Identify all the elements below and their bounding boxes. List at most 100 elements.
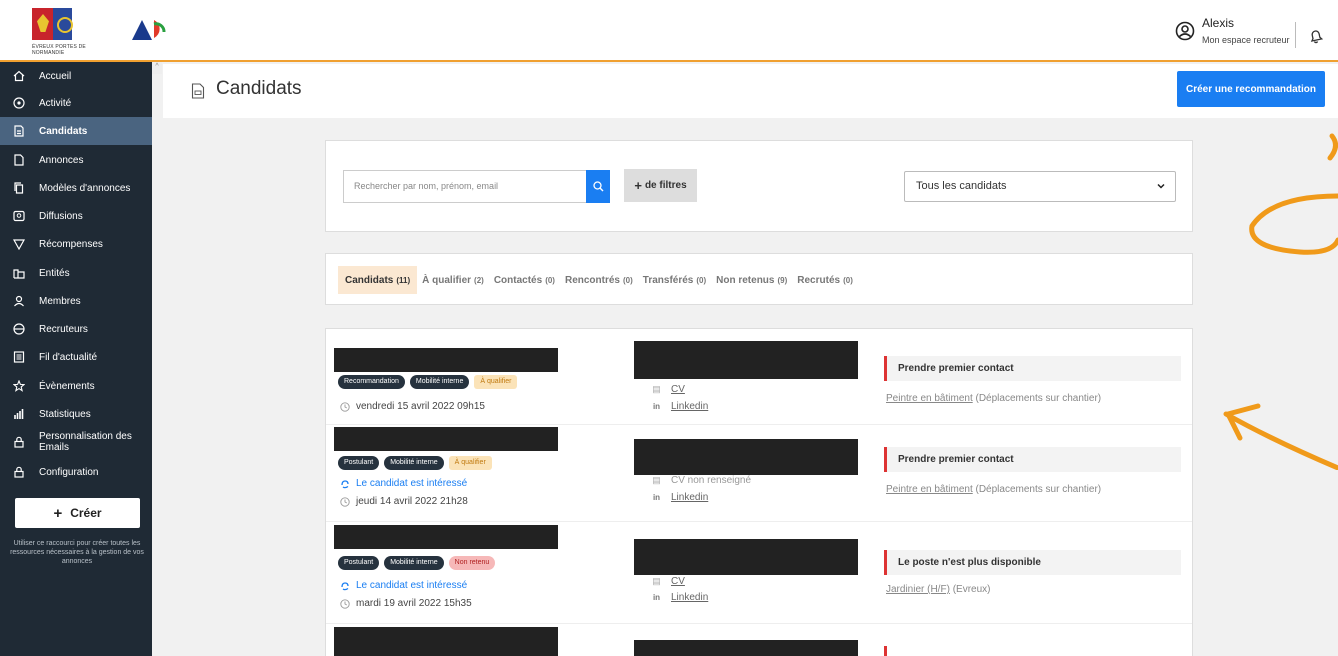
chart-icon <box>14 409 24 419</box>
building-icon <box>13 269 25 279</box>
plus-icon: + <box>634 178 642 193</box>
create-button[interactable]: + Créer <box>15 498 140 528</box>
search-panel: Rechercher par nom, prénom, email + de f… <box>325 140 1193 232</box>
tab-transferes[interactable]: Transférés (0) <box>638 266 711 294</box>
hand-icon <box>341 581 349 590</box>
tag-badge: Mobilité interne <box>409 375 470 389</box>
activity-icon <box>13 97 25 109</box>
tag-badge: Mobilité interne <box>384 556 444 570</box>
linkedin-icon: in <box>652 402 661 411</box>
sidebar-item-membres[interactable]: Membres <box>0 287 152 315</box>
tag-badge: Postulant <box>338 556 380 570</box>
ad-logo-icon <box>132 20 166 40</box>
reward-icon <box>13 239 25 250</box>
top-bar: ÉVREUX PORTES DE NORMANDIE Alexis Mon es… <box>0 0 1338 62</box>
tab-contactes[interactable]: Contactés (0) <box>489 266 560 294</box>
sidebar-item-activite[interactable]: Activité <box>0 89 152 117</box>
status-tabs-panel: Candidats (11) À qualifier (2) Contactés (0… <box>325 253 1193 305</box>
sidebar-item-recruteurs[interactable]: Recruteurs <box>0 315 152 343</box>
sidebar-item-entites[interactable]: Entités <box>0 259 152 287</box>
scroll-up-icon[interactable]: ^ <box>152 62 162 74</box>
news-icon <box>13 351 25 363</box>
linkedin-link[interactable]: in Linkedin <box>652 401 708 412</box>
tab-candidats[interactable]: Candidats (11) <box>338 266 418 294</box>
page-header: Candidats Créer une recommandation <box>163 64 1338 118</box>
job-link[interactable]: Peintre en bâtiment <box>886 393 973 404</box>
sidebar-item-emails[interactable]: Personnalisation des Emails <box>0 426 152 458</box>
job-link[interactable]: Jardinier (H/F) <box>886 584 950 595</box>
bell-icon[interactable] <box>1308 28 1324 44</box>
redacted-name <box>334 627 558 656</box>
candidate-tags: Recommandation Mobilité interne À qualif… <box>338 375 522 389</box>
next-action-marker <box>884 646 887 656</box>
user-role: Mon espace recruteur <box>1202 35 1290 45</box>
document-icon <box>14 125 24 137</box>
table-row[interactable]: Postulant Mobilité interne Non retenu Le… <box>326 522 1192 624</box>
arrow-annotation-icon <box>1223 133 1338 470</box>
sidebar-item-recompenses[interactable]: Récompenses <box>0 230 152 258</box>
divider <box>1295 22 1296 48</box>
sidebar-item-modeles[interactable]: Modèles d'annonces <box>0 174 152 202</box>
document-icon <box>191 83 205 99</box>
next-action[interactable]: Le poste n'est plus disponible <box>884 550 1181 575</box>
next-action[interactable]: Prendre premier contact <box>884 356 1181 381</box>
lock-icon <box>14 466 24 478</box>
interest-status: Le candidat est intéressé <box>340 580 467 591</box>
clock-icon <box>340 401 350 412</box>
candidate-date: vendredi 15 avril 2022 09h15 <box>340 401 485 412</box>
cv-link[interactable]: ▤ CV <box>652 576 685 587</box>
table-row[interactable]: Recommandation Mobilité interne À qualif… <box>326 329 1192 425</box>
tag-badge: Mobilité interne <box>384 456 444 470</box>
evreux-logo[interactable]: ÉVREUX PORTES DE NORMANDIE <box>32 8 90 56</box>
chevron-down-icon <box>1157 183 1165 189</box>
linkedin-icon: in <box>652 593 661 602</box>
document-icon: ▤ <box>652 384 661 394</box>
sidebar: Accueil Activité Candidats Annonces Modè… <box>0 62 152 656</box>
create-hint: Utiliser ce raccourci pour créer toutes … <box>10 540 144 565</box>
linkedin-icon: in <box>652 493 661 502</box>
sidebar-item-accueil[interactable]: Accueil <box>0 62 152 90</box>
lock-icon <box>14 436 24 448</box>
candidate-tags: Postulant Mobilité interne À qualifier <box>338 456 497 470</box>
job-info: Peintre en bâtiment (Déplacements sur ch… <box>886 484 1102 495</box>
city-crest-icon <box>32 8 74 40</box>
redacted-contact <box>634 341 858 379</box>
sidebar-item-diffusions[interactable]: Diffusions <box>0 202 152 230</box>
search-button[interactable] <box>586 170 610 203</box>
tab-a-qualifier[interactable]: À qualifier (2) <box>417 266 489 294</box>
file-icon <box>14 154 24 166</box>
sidebar-item-configuration[interactable]: Configuration <box>0 458 152 486</box>
clock-icon <box>340 598 350 609</box>
plus-icon: + <box>53 504 63 522</box>
job-link[interactable]: Peintre en bâtiment <box>886 484 973 495</box>
tag-badge: Postulant <box>338 456 380 470</box>
sidebar-item-fil[interactable]: Fil d'actualité <box>0 343 152 371</box>
more-filters-button[interactable]: + de filtres <box>624 169 697 202</box>
search-input[interactable]: Rechercher par nom, prénom, email <box>343 170 587 203</box>
logo-city-text: ÉVREUX PORTES DE NORMANDIE <box>32 44 86 56</box>
table-row[interactable]: Postulant Mobilité interne À qualifier L… <box>326 425 1192 522</box>
linkedin-link[interactable]: in Linkedin <box>652 592 708 603</box>
redacted-name <box>334 427 558 451</box>
recruiter-icon <box>13 323 25 335</box>
next-action[interactable]: Prendre premier contact <box>884 447 1181 472</box>
tab-non-retenus[interactable]: Non retenus (9) <box>711 266 792 294</box>
sidebar-item-candidats[interactable]: Candidats <box>0 117 152 145</box>
status-badge: Non retenu <box>448 556 496 570</box>
table-row[interactable] <box>326 624 1192 656</box>
copy-icon <box>14 182 24 194</box>
candidate-date: jeudi 14 avril 2022 21h28 <box>340 496 468 507</box>
redacted-name <box>334 525 558 549</box>
tab-recrutes[interactable]: Recrutés (0) <box>792 266 858 294</box>
sidebar-item-evenements[interactable]: Évènements <box>0 372 152 400</box>
interest-status: Le candidat est intéressé <box>340 478 467 489</box>
create-recommendation-button[interactable]: Créer une recommandation <box>1177 71 1325 107</box>
user-circle-icon <box>1175 21 1195 41</box>
status-badge: À qualifier <box>474 375 518 389</box>
linkedin-link[interactable]: in Linkedin <box>652 492 708 503</box>
tab-rencontres[interactable]: Rencontrés (0) <box>560 266 638 294</box>
cv-link[interactable]: ▤ CV <box>652 384 685 395</box>
candidate-filter-select[interactable]: Tous les candidats <box>904 171 1176 202</box>
sidebar-item-annonces[interactable]: Annonces <box>0 146 152 174</box>
sidebar-item-statistiques[interactable]: Statistiques <box>0 400 152 428</box>
